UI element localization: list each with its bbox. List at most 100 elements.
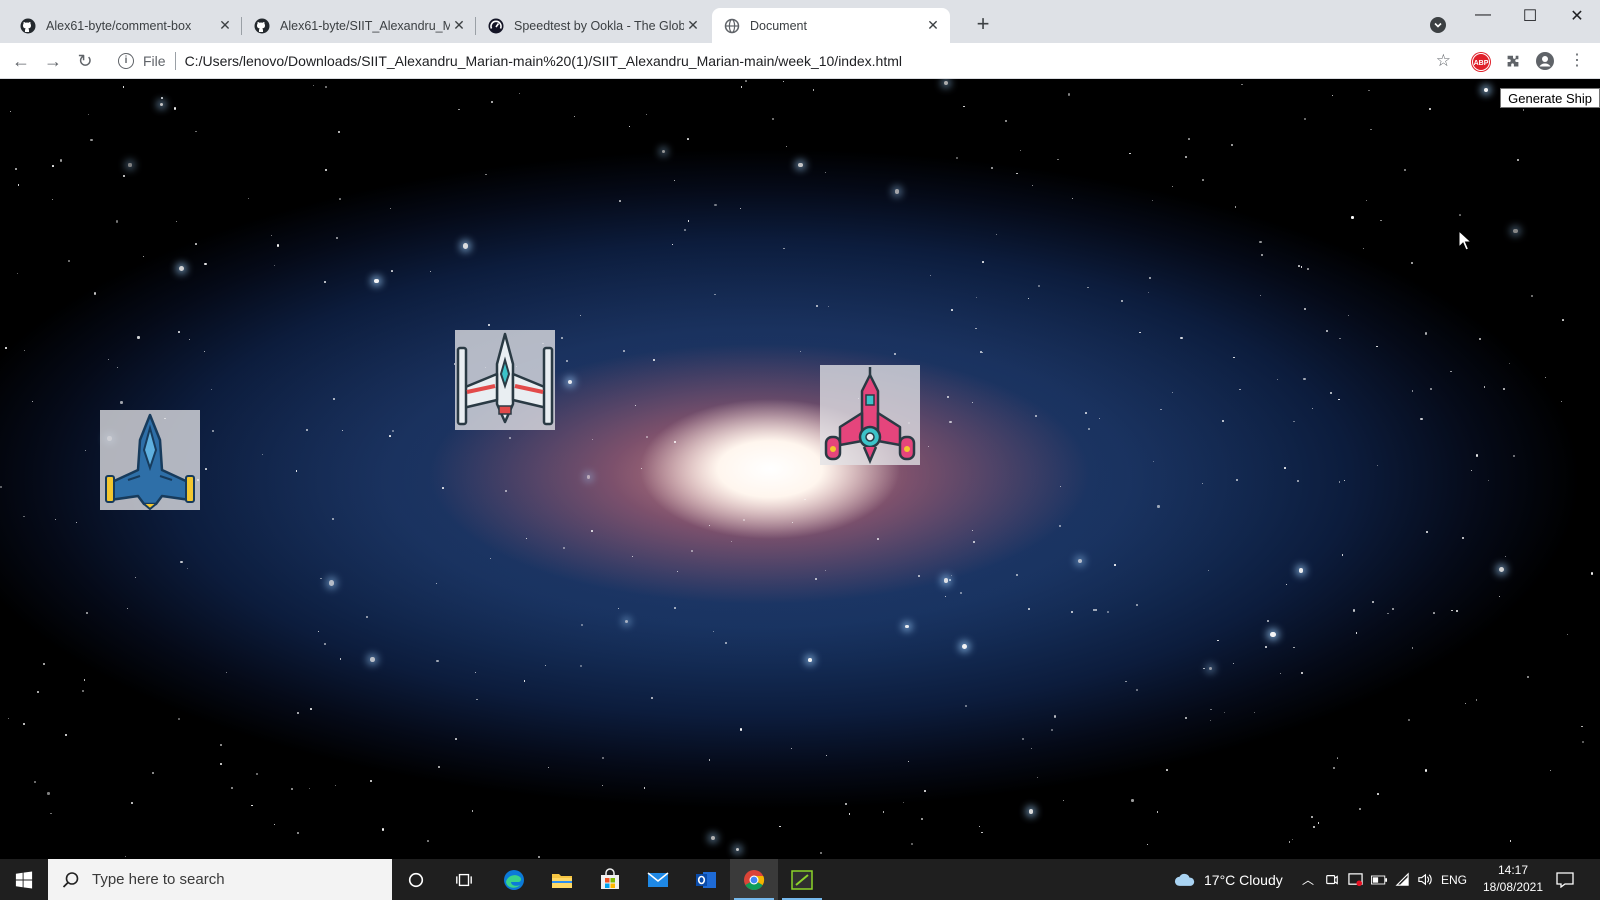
meet-now-icon[interactable]: [1325, 859, 1339, 900]
close-tab-icon[interactable]: ✕: [450, 17, 468, 35]
star: [1238, 388, 1241, 391]
close-tab-icon[interactable]: ✕: [684, 17, 702, 35]
star: [740, 86, 743, 88]
forward-icon[interactable]: →: [42, 51, 64, 73]
star: [436, 659, 439, 663]
star: [974, 327, 977, 330]
star: [36, 690, 39, 694]
reload-icon[interactable]: ↻: [74, 51, 96, 73]
tab-siit-repo[interactable]: Alex61-byte/SIIT_Alexandru_Mar ✕: [242, 8, 476, 43]
star: [1031, 747, 1033, 749]
star: [1297, 265, 1300, 268]
close-tab-icon[interactable]: ✕: [924, 17, 942, 35]
star: [1300, 265, 1303, 268]
star: [47, 792, 50, 795]
tab-comment-box[interactable]: Alex61-byte/comment-box ✕: [8, 8, 242, 43]
star: [1429, 387, 1432, 390]
outlook-icon[interactable]: [682, 859, 730, 900]
bookmark-star-icon[interactable]: ☆: [1436, 51, 1451, 71]
maximize-icon[interactable]: ☐: [1515, 6, 1545, 28]
ship-blue-fighter[interactable]: [100, 410, 200, 510]
star: [1347, 314, 1349, 316]
volume-icon[interactable]: [1417, 859, 1432, 900]
star: [297, 832, 300, 835]
star: [389, 434, 392, 437]
star: [23, 349, 25, 351]
star: [1201, 178, 1204, 181]
star: [1203, 667, 1205, 670]
security-alert-icon[interactable]: [1348, 859, 1363, 900]
notifications-icon[interactable]: [1556, 859, 1574, 900]
star: [274, 264, 276, 266]
ship-x-wing[interactable]: [455, 330, 555, 430]
star: [430, 270, 432, 272]
star: [1358, 808, 1361, 810]
star: [646, 113, 648, 115]
star: [1136, 688, 1139, 691]
tab-speedtest[interactable]: Speedtest by Ookla - The Global ✕: [476, 8, 710, 43]
mail-icon[interactable]: [634, 859, 682, 900]
star: [320, 578, 322, 580]
address-bar[interactable]: i File C:/Users/lenovo/Downloads/SIIT_Al…: [108, 47, 1463, 75]
star: [130, 802, 133, 804]
star: [1034, 415, 1037, 418]
extensions-puzzle-icon[interactable]: [1502, 51, 1524, 73]
star: [1036, 776, 1039, 779]
back-icon[interactable]: ←: [10, 51, 32, 73]
chrome-menu-icon[interactable]: ⋮: [1566, 51, 1588, 73]
clock-time: 14:17: [1497, 863, 1529, 877]
star: [1028, 809, 1034, 814]
system-clock[interactable]: 14:17 18/08/2021: [1480, 862, 1546, 896]
file-explorer-icon[interactable]: [538, 859, 586, 900]
x-wing-icon: [456, 332, 554, 426]
ship-pink-rocket[interactable]: [820, 365, 920, 465]
profile-avatar-icon[interactable]: [1534, 51, 1556, 73]
scheme-label: File: [143, 53, 166, 69]
star: [1526, 675, 1530, 678]
star: [342, 430, 344, 432]
star: [1432, 612, 1435, 614]
tab-document[interactable]: Document ✕: [712, 8, 950, 43]
show-hidden-icons-icon[interactable]: ︿: [1302, 859, 1314, 900]
minimize-icon[interactable]: —: [1468, 6, 1498, 28]
terminal-app-icon[interactable]: [778, 859, 826, 900]
generate-ship-button[interactable]: Generate Ship: [1500, 88, 1600, 108]
cortana-icon[interactable]: [392, 859, 440, 900]
star: [525, 538, 527, 540]
star: [81, 690, 84, 693]
input-language[interactable]: ENG: [1441, 859, 1467, 900]
adblock-plus-icon[interactable]: ABP: [1470, 51, 1492, 73]
taskbar-search-input[interactable]: Type here to search: [48, 859, 392, 900]
star: [117, 367, 119, 369]
star: [683, 229, 686, 231]
star: [135, 576, 137, 578]
wifi-icon[interactable]: [1395, 859, 1410, 900]
weather-widget[interactable]: 17°C Cloudy: [1174, 859, 1283, 900]
edge-icon[interactable]: [490, 859, 538, 900]
star: [1260, 253, 1263, 256]
star: [1293, 646, 1295, 649]
star: [1224, 712, 1226, 714]
star: [122, 174, 125, 177]
chrome-taskbar-icon[interactable]: [730, 859, 778, 900]
url-text[interactable]: C:/Users/lenovo/Downloads/SIIT_Alexandru…: [185, 53, 902, 69]
star: [624, 619, 628, 623]
star: [1171, 185, 1173, 187]
new-tab-icon[interactable]: +: [972, 13, 994, 36]
windows-start-icon[interactable]: [0, 859, 48, 900]
close-window-icon[interactable]: ✕: [1562, 6, 1592, 28]
close-tab-icon[interactable]: ✕: [216, 17, 234, 35]
star: [565, 359, 568, 362]
tab-search-icon[interactable]: [1430, 17, 1446, 33]
star: [1304, 307, 1307, 310]
star: [1450, 370, 1452, 373]
star: [1185, 156, 1188, 159]
task-view-icon[interactable]: [440, 859, 488, 900]
star: [42, 663, 45, 666]
star: [505, 489, 508, 492]
star: [825, 569, 827, 571]
microsoft-store-icon[interactable]: [586, 859, 634, 900]
star: [1148, 276, 1152, 280]
site-info-icon[interactable]: i: [118, 53, 134, 69]
battery-icon[interactable]: [1371, 859, 1387, 900]
